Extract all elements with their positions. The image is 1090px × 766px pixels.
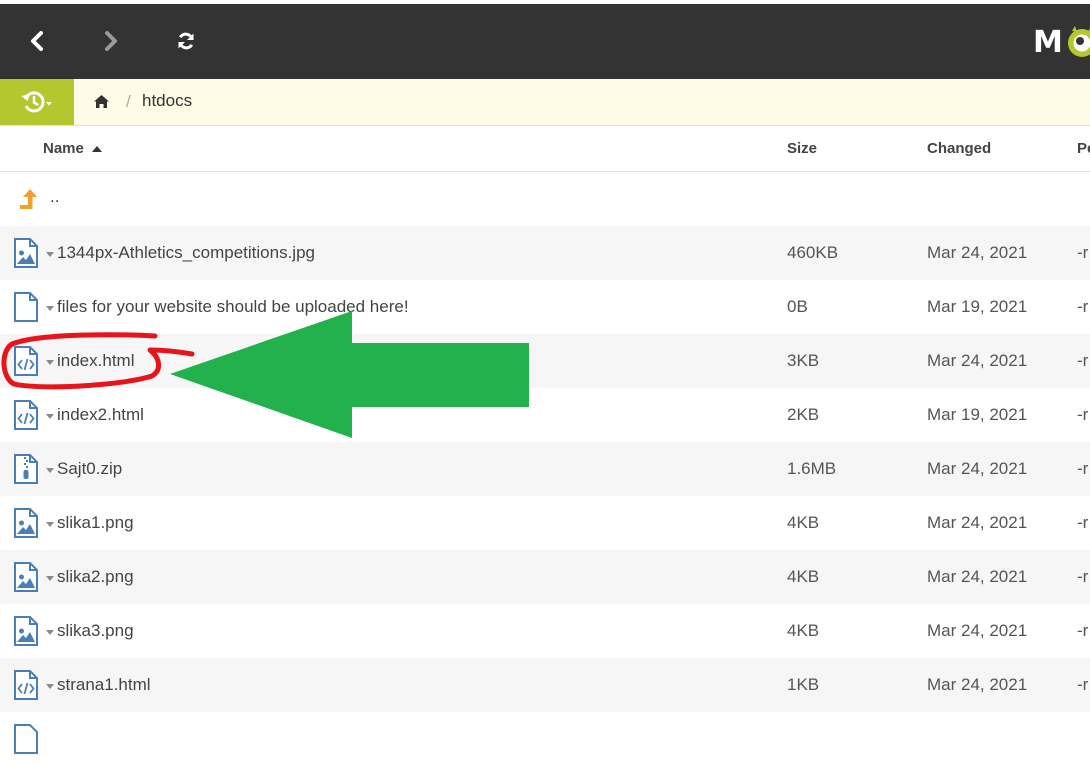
file-permissions: -r [1077, 675, 1089, 694]
code-file-icon [14, 400, 38, 430]
table-row[interactable]: files for your website should be uploade… [0, 280, 1090, 334]
file-size: 0B [787, 297, 808, 316]
file-size: 4KB [787, 621, 820, 640]
breadcrumb-separator: / [126, 92, 131, 111]
table-row[interactable]: slika1.png 4KB Mar 24, 2021 -r [0, 496, 1090, 550]
row-menu-caret[interactable] [46, 306, 54, 311]
file-size: 460KB [787, 243, 839, 262]
file-changed: Mar 24, 2021 [927, 675, 1028, 694]
monster-eye-icon [1067, 26, 1090, 57]
file-permissions: -r [1077, 459, 1089, 478]
table-row[interactable]: strana1.html 1KB Mar 24, 2021 -r [0, 658, 1090, 712]
file-permissions: -r [1077, 297, 1089, 316]
level-up-icon [20, 189, 37, 209]
file-name[interactable]: Sajt0.zip [57, 459, 122, 479]
file-size: 4KB [787, 567, 820, 586]
brand-logo: MO M [1033, 22, 1090, 62]
file-name[interactable]: index.html [57, 351, 134, 371]
table-header: Name Size Changed Pe [0, 126, 1090, 172]
file-icon [14, 724, 38, 754]
code-file-icon [14, 670, 38, 700]
home-icon[interactable] [93, 94, 110, 109]
file-permissions: -r [1077, 405, 1089, 424]
table-row[interactable]: Sajt0.zip 1.6MB Mar 24, 2021 -r [0, 442, 1090, 496]
column-header-permissions[interactable]: Pe [1077, 140, 1090, 157]
history-dropdown-button[interactable] [0, 79, 74, 125]
chevron-left-icon [31, 31, 43, 51]
image-file-icon [14, 562, 38, 592]
file-permissions: -r [1077, 621, 1089, 640]
row-menu-caret[interactable] [46, 684, 54, 689]
file-size: 1.6MB [787, 459, 837, 478]
breadcrumb: / htdocs [0, 79, 1090, 126]
file-changed: Mar 24, 2021 [927, 351, 1028, 370]
file-name[interactable]: slika1.png [57, 513, 134, 533]
file-size: 2KB [787, 405, 820, 424]
table-row[interactable] [0, 712, 1090, 766]
file-size: 1KB [787, 675, 820, 694]
file-changed: Mar 24, 2021 [927, 459, 1028, 478]
breadcrumb-current[interactable]: htdocs [142, 91, 192, 111]
file-list: .. 1344px-Athletics_competitions.jpg 460… [0, 172, 1090, 766]
row-menu-caret[interactable] [46, 252, 54, 257]
file-changed: Mar 19, 2021 [927, 405, 1028, 424]
forward-button[interactable] [94, 24, 128, 58]
file-changed: Mar 24, 2021 [927, 513, 1028, 532]
file-name[interactable]: index2.html [57, 405, 144, 425]
file-name[interactable]: 1344px-Athletics_competitions.jpg [57, 243, 315, 263]
file-changed: Mar 24, 2021 [927, 621, 1028, 640]
row-menu-caret[interactable] [46, 630, 54, 635]
row-menu-caret[interactable] [46, 360, 54, 365]
column-header-changed[interactable]: Changed [927, 140, 991, 157]
file-permissions: -r [1077, 513, 1089, 532]
file-changed: Mar 19, 2021 [927, 297, 1028, 316]
file-changed: Mar 24, 2021 [927, 567, 1028, 586]
row-menu-caret[interactable] [46, 468, 54, 473]
table-row[interactable]: slika2.png 4KB Mar 24, 2021 -r [0, 550, 1090, 604]
image-file-icon [14, 238, 38, 268]
chevron-right-icon [105, 31, 117, 51]
refresh-button[interactable] [169, 24, 203, 58]
column-header-name[interactable]: Name [43, 140, 84, 157]
row-menu-caret[interactable] [46, 522, 54, 527]
image-file-icon [14, 616, 38, 646]
file-name[interactable]: strana1.html [57, 675, 151, 695]
table-row[interactable]: index2.html 2KB Mar 19, 2021 -r [0, 388, 1090, 442]
table-row[interactable]: 1344px-Athletics_competitions.jpg 460KB … [0, 226, 1090, 280]
refresh-icon [178, 32, 194, 50]
row-menu-caret[interactable] [46, 414, 54, 419]
parent-directory-row[interactable]: .. [0, 172, 1090, 226]
file-changed: Mar 24, 2021 [927, 243, 1028, 262]
image-file-icon [14, 508, 38, 538]
file-size: 4KB [787, 513, 820, 532]
top-toolbar: MO M [0, 0, 1090, 79]
file-name[interactable]: slika3.png [57, 621, 134, 641]
zip-file-icon [14, 454, 38, 484]
column-header-size[interactable]: Size [787, 140, 817, 157]
file-permissions: -r [1077, 351, 1089, 370]
back-button[interactable] [20, 24, 54, 58]
file-permissions: -r [1077, 567, 1089, 586]
file-size: 3KB [787, 351, 820, 370]
file-icon [14, 292, 38, 322]
file-permissions: -r [1077, 243, 1089, 262]
row-menu-caret[interactable] [46, 576, 54, 581]
table-row[interactable]: index.html 3KB Mar 24, 2021 -r [0, 334, 1090, 388]
file-name[interactable]: files for your website should be uploade… [57, 297, 409, 317]
table-row[interactable]: slika3.png 4KB Mar 24, 2021 -r [0, 604, 1090, 658]
history-icon [21, 91, 52, 113]
code-file-icon [14, 346, 38, 376]
parent-directory-label[interactable]: .. [50, 187, 59, 207]
sort-ascending-icon [92, 146, 102, 152]
file-name[interactable]: slika2.png [57, 567, 134, 587]
